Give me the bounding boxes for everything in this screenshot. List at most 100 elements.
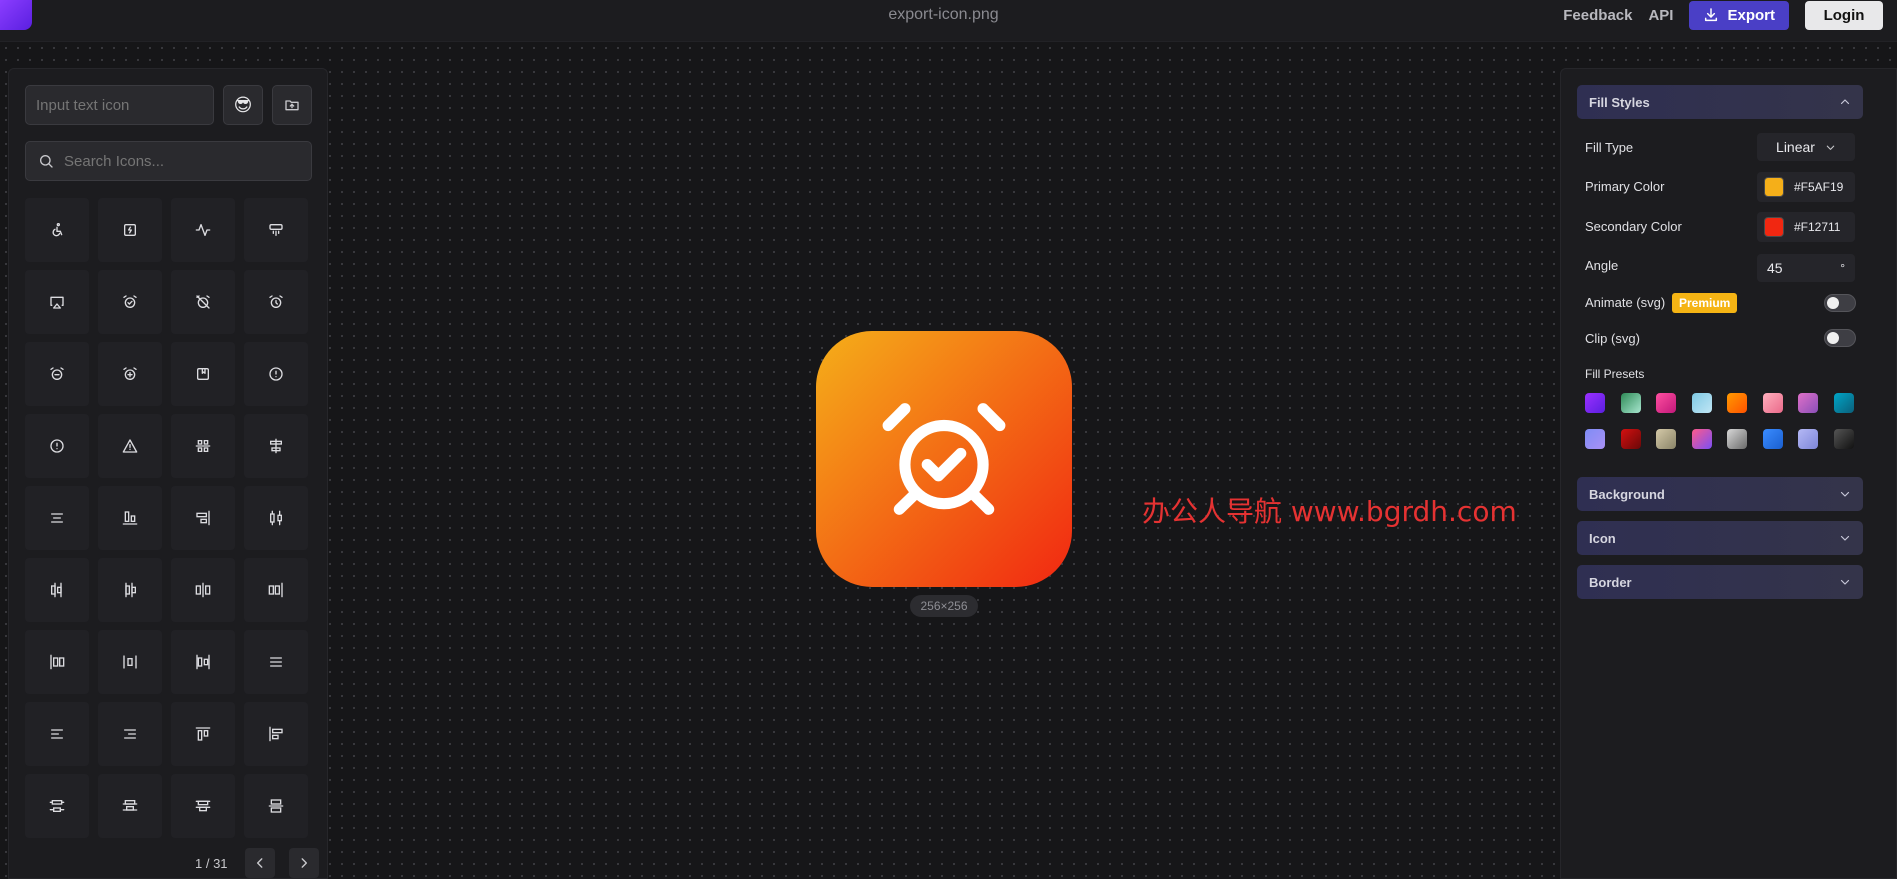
chevron-down-icon	[1840, 579, 1850, 585]
login-button[interactable]: Login	[1805, 0, 1883, 30]
wheelchair-icon	[52, 223, 63, 237]
icon-cell[interactable]	[171, 486, 235, 550]
clip-label: Clip (svg)	[1585, 331, 1640, 346]
icon-cell[interactable]	[98, 774, 162, 838]
fill-preset-swatch[interactable]	[1620, 429, 1641, 449]
align-v-distribute-end-icon	[122, 800, 138, 811]
fill-preset-swatch[interactable]	[1691, 429, 1712, 449]
icon-cell[interactable]	[25, 270, 89, 334]
align-v-justify-center-icon	[268, 799, 284, 813]
fill-type-select[interactable]: Linear	[1757, 133, 1855, 161]
icon-cell[interactable]	[244, 486, 308, 550]
align-h-distribute-center-icon	[270, 510, 282, 526]
chevron-up-icon	[1840, 99, 1850, 105]
fill-preset-swatch[interactable]	[1833, 429, 1854, 449]
primary-color-value: #F5AF19	[1794, 180, 1844, 194]
icon-search[interactable]	[25, 141, 312, 181]
previous-page-button[interactable]	[245, 848, 275, 878]
icon-cell[interactable]	[244, 774, 308, 838]
fill-preset-swatch[interactable]	[1620, 393, 1641, 413]
alarm-clock-icon	[269, 295, 283, 308]
icon-cell[interactable]	[171, 270, 235, 334]
search-input[interactable]	[64, 152, 294, 170]
clip-toggle[interactable]	[1824, 329, 1856, 347]
border-section-header[interactable]: Border	[1577, 565, 1863, 599]
icon-cell[interactable]	[244, 702, 308, 766]
fill-preset-swatch[interactable]	[1798, 429, 1818, 449]
icon-cell[interactable]	[98, 558, 162, 622]
icon-cell[interactable]	[171, 774, 235, 838]
fill-preset-swatch[interactable]	[1656, 429, 1676, 449]
fill-preset-swatch[interactable]	[1762, 429, 1783, 449]
icon-cell[interactable]	[98, 342, 162, 406]
icon-cell[interactable]	[244, 414, 308, 478]
primary-color-picker[interactable]: #F5AF19	[1757, 172, 1855, 202]
fill-preset-swatch[interactable]	[1656, 393, 1676, 413]
pagination: 1 / 31	[25, 848, 320, 878]
icon-section-header[interactable]: Icon	[1577, 521, 1863, 555]
emoji-picker-button[interactable]: 😎	[223, 85, 263, 125]
text-icon-input[interactable]	[25, 85, 214, 125]
icon-cell[interactable]	[98, 198, 162, 262]
icon-preview[interactable]	[816, 331, 1072, 587]
icon-cell[interactable]	[171, 630, 235, 694]
background-section-header[interactable]: Background	[1577, 477, 1863, 511]
battery-charging-icon	[124, 224, 136, 236]
animate-toggle[interactable]	[1824, 294, 1856, 312]
emoji-sunglasses-icon: 😎	[233, 94, 253, 115]
top-bar: export-icon.png Feedback API Export Logi…	[0, 0, 1897, 42]
align-end-horizontal-icon	[122, 511, 138, 525]
icon-cell[interactable]	[25, 486, 89, 550]
fill-styles-header[interactable]: Fill Styles	[1577, 85, 1863, 119]
icon-cell[interactable]	[25, 414, 89, 478]
icon-cell[interactable]	[25, 774, 89, 838]
api-link[interactable]: API	[1648, 7, 1673, 24]
icon-cell[interactable]	[244, 630, 308, 694]
icon-cell[interactable]	[171, 198, 235, 262]
angle-unit: °	[1840, 261, 1845, 275]
fill-preset-swatch[interactable]	[1585, 393, 1605, 413]
primary-color-swatch[interactable]	[1764, 177, 1784, 197]
icon-cell[interactable]	[244, 198, 308, 262]
fill-preset-swatch[interactable]	[1691, 393, 1712, 413]
chevron-down-icon	[1840, 535, 1850, 541]
export-button[interactable]: Export	[1689, 0, 1789, 30]
fill-preset-swatch[interactable]	[1798, 393, 1818, 413]
icon-cell[interactable]	[98, 270, 162, 334]
align-h-space-between-icon	[196, 654, 210, 670]
align-right-icon	[124, 729, 136, 739]
icon-cell[interactable]	[25, 702, 89, 766]
icon-cell[interactable]	[25, 558, 89, 622]
alert-octagon-icon	[50, 439, 64, 453]
icon-cell[interactable]	[171, 342, 235, 406]
fill-preset-swatch[interactable]	[1727, 393, 1747, 413]
fill-preset-swatch[interactable]	[1762, 393, 1783, 413]
align-end-vertical-icon	[196, 510, 210, 526]
secondary-color-picker[interactable]: #F12711	[1757, 212, 1855, 242]
icon-cell[interactable]	[98, 486, 162, 550]
next-page-button[interactable]	[289, 848, 319, 878]
icon-cell[interactable]	[171, 414, 235, 478]
alarm-clock-check-icon	[123, 295, 137, 308]
icon-cell[interactable]	[98, 630, 162, 694]
icon-cell[interactable]	[244, 558, 308, 622]
icon-cell[interactable]	[98, 702, 162, 766]
feedback-link[interactable]: Feedback	[1563, 7, 1632, 24]
fill-preset-swatch[interactable]	[1585, 429, 1605, 449]
icon-cell[interactable]	[171, 558, 235, 622]
icon-cell[interactable]	[244, 270, 308, 334]
upload-button[interactable]	[272, 85, 312, 125]
icon-cell[interactable]	[25, 198, 89, 262]
icon-cell[interactable]	[244, 342, 308, 406]
icon-cell[interactable]	[171, 702, 235, 766]
icon-cell[interactable]	[98, 414, 162, 478]
align-center-vertical-icon	[270, 438, 282, 454]
alarm-clock-check-icon	[882, 403, 1006, 515]
angle-input[interactable]: 45 °	[1757, 254, 1855, 282]
icon-cell[interactable]	[25, 630, 89, 694]
activity-icon	[195, 224, 211, 236]
icon-cell[interactable]	[25, 342, 89, 406]
secondary-color-swatch[interactable]	[1764, 217, 1784, 237]
fill-preset-swatch[interactable]	[1833, 393, 1854, 413]
fill-preset-swatch[interactable]	[1727, 429, 1747, 449]
